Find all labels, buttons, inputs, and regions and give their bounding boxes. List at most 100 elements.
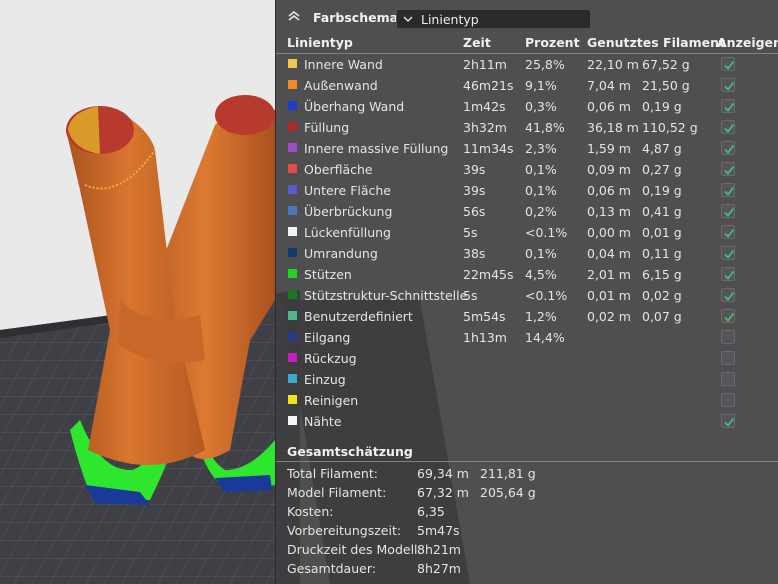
table-row: Umrandung 38s 0,1% 0,04 m 0,11 g xyxy=(276,243,778,264)
color-swatch xyxy=(288,248,297,257)
checkmark-icon xyxy=(724,102,735,112)
color-swatch xyxy=(288,395,297,404)
line-type-percent: 9,1% xyxy=(525,78,557,93)
line-type-name: Oberfläche xyxy=(304,162,373,177)
line-type-time: 3h32m xyxy=(463,120,507,135)
line-type-weight: 110,52 g xyxy=(642,120,698,135)
summary-title: Gesamtschätzung xyxy=(287,444,413,459)
color-swatch xyxy=(288,332,297,341)
checkmark-icon xyxy=(724,123,735,133)
line-type-name: Stützstruktur-Schnittstelle xyxy=(304,288,468,303)
line-type-time: 5s xyxy=(463,225,478,240)
table-row: Rückzug xyxy=(276,348,778,369)
show-checkbox[interactable] xyxy=(721,309,735,323)
line-type-length: 2,01 m xyxy=(587,267,631,282)
color-swatch xyxy=(288,374,297,383)
line-type-weight: 4,87 g xyxy=(642,141,682,156)
line-type-time: 46m21s xyxy=(463,78,514,93)
checkmark-icon xyxy=(724,417,735,427)
line-type-time: 39s xyxy=(463,183,486,198)
line-type-name: Füllung xyxy=(304,120,350,135)
show-checkbox[interactable] xyxy=(721,183,735,197)
checkmark-icon xyxy=(724,186,735,196)
show-checkbox[interactable] xyxy=(721,372,735,386)
line-type-time: 5s xyxy=(463,288,478,303)
show-checkbox[interactable] xyxy=(721,204,735,218)
show-checkbox[interactable] xyxy=(721,57,735,71)
table-row: Überhang Wand 1m42s 0,3% 0,06 m 0,19 g xyxy=(276,96,778,117)
show-checkbox[interactable] xyxy=(721,246,735,260)
summary-label: Gesamtdauer: xyxy=(287,561,376,576)
show-checkbox[interactable] xyxy=(721,120,735,134)
color-swatch xyxy=(288,290,297,299)
summary-value-secondary: 211,81 g xyxy=(480,466,536,481)
table-row: Füllung 3h32m 41,8% 36,18 m 110,52 g xyxy=(276,117,778,138)
show-checkbox[interactable] xyxy=(721,225,735,239)
line-type-name: Stützen xyxy=(304,267,352,282)
show-checkbox[interactable] xyxy=(721,351,735,365)
summary-row: Model Filament: 67,32 m 205,64 g xyxy=(276,483,778,502)
line-type-name: Lückenfüllung xyxy=(304,225,391,240)
show-checkbox[interactable] xyxy=(721,414,735,428)
checkmark-icon xyxy=(724,270,735,280)
line-type-name: Überhang Wand xyxy=(304,99,405,114)
panel-title: Farbschema xyxy=(313,10,399,25)
show-checkbox[interactable] xyxy=(721,162,735,176)
show-checkbox[interactable] xyxy=(721,393,735,407)
col-time: Zeit xyxy=(463,35,491,50)
summary-value: 5m47s xyxy=(417,523,460,538)
line-type-percent: 0,1% xyxy=(525,162,557,177)
line-type-percent: 14,4% xyxy=(525,330,565,345)
table-row: Stützen 22m45s 4,5% 2,01 m 6,15 g xyxy=(276,264,778,285)
show-checkbox[interactable] xyxy=(721,267,735,281)
checkmark-icon xyxy=(724,207,735,217)
table-row: Benutzerdefiniert 5m54s 1,2% 0,02 m 0,07 g xyxy=(276,306,778,327)
table-row: Eilgang 1h13m 14,4% xyxy=(276,327,778,348)
line-type-name: Untere Fläche xyxy=(304,183,391,198)
line-type-length: 0,02 m xyxy=(587,309,631,324)
chevron-down-icon xyxy=(403,16,413,22)
color-scheme-select[interactable]: Linientyp xyxy=(396,9,591,29)
table-row: Einzug xyxy=(276,369,778,390)
show-checkbox[interactable] xyxy=(721,288,735,302)
checkmark-icon xyxy=(724,60,735,70)
col-show: Anzeigen xyxy=(717,35,778,50)
line-type-percent: 4,5% xyxy=(525,267,557,282)
line-type-weight: 21,50 g xyxy=(642,78,690,93)
color-swatch xyxy=(288,311,297,320)
show-checkbox[interactable] xyxy=(721,141,735,155)
chevron-up-icon[interactable] xyxy=(286,8,302,24)
summary-label: Model Filament: xyxy=(287,485,387,500)
checkmark-icon xyxy=(724,165,735,175)
summary-row: Gesamtdauer: 8h27m xyxy=(276,559,778,578)
summary-row: Total Filament: 69,34 m 211,81 g xyxy=(276,464,778,483)
summary-row: Druckzeit des Modell: 8h21m xyxy=(276,540,778,559)
line-type-weight: 0,41 g xyxy=(642,204,682,219)
line-type-weight: 0,19 g xyxy=(642,183,682,198)
line-type-percent: 0,2% xyxy=(525,204,557,219)
table-row: Innere Wand 2h11m 25,8% 22,10 m 67,52 g xyxy=(276,54,778,75)
line-type-name: Nähte xyxy=(304,414,342,429)
summary-value: 8h21m xyxy=(417,542,461,557)
table-row: Oberfläche 39s 0,1% 0,09 m 0,27 g xyxy=(276,159,778,180)
show-checkbox[interactable] xyxy=(721,330,735,344)
summary-label: Total Filament: xyxy=(287,466,378,481)
color-swatch xyxy=(288,59,297,68)
show-checkbox[interactable] xyxy=(721,78,735,92)
line-type-weight: 0,11 g xyxy=(642,246,682,261)
line-type-length: 0,09 m xyxy=(587,162,631,177)
color-swatch xyxy=(288,353,297,362)
line-type-name: Einzug xyxy=(304,372,346,387)
line-type-weight: 0,07 g xyxy=(642,309,682,324)
checkmark-icon xyxy=(724,291,735,301)
checkmark-icon xyxy=(724,81,735,91)
line-type-time: 56s xyxy=(463,204,486,219)
show-checkbox[interactable] xyxy=(721,99,735,113)
line-type-time: 1h13m xyxy=(463,330,507,345)
summary-label: Druckzeit des Modell: xyxy=(287,542,422,557)
table-row: Reinigen xyxy=(276,390,778,411)
color-scheme-value: Linientyp xyxy=(421,12,479,27)
summary-row: Vorbereitungszeit: 5m47s xyxy=(276,521,778,540)
line-type-length: 22,10 m xyxy=(587,57,639,72)
line-type-percent: <0.1% xyxy=(525,225,568,240)
